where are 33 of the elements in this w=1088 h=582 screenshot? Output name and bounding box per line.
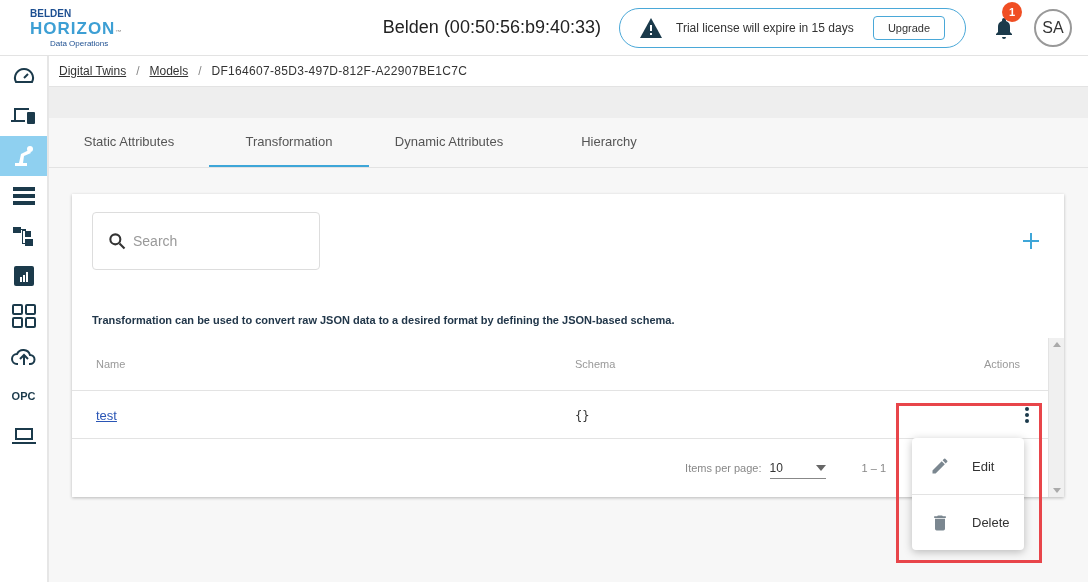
upgrade-button[interactable]: Upgrade [873, 15, 945, 40]
search-icon [107, 231, 127, 251]
search-field[interactable]: Search [92, 212, 320, 270]
breadcrumb-separator: / [136, 64, 140, 78]
breadcrumb-link[interactable]: Digital Twins [59, 64, 127, 78]
items-per-page-label: Items per page: [685, 462, 762, 474]
menu-item[interactable]: Delete [912, 494, 1024, 550]
description-text: Transformation can be used to convert raw JSON data to a desired format by defining the JSON-based schema. [92, 314, 676, 326]
page-size-select[interactable]: 10 [769, 457, 826, 479]
column-header: Actions [982, 358, 1020, 370]
breadcrumb-link[interactable]: Models [149, 64, 189, 78]
notification-count: 1 [1002, 1, 1022, 22]
name-link[interactable]: test [96, 408, 117, 423]
page-range: 1 – 1 [861, 462, 886, 474]
warning-icon [640, 17, 662, 38]
menu-item[interactable]: Edit [912, 438, 1024, 494]
user-avatar[interactable]: SA [1034, 8, 1072, 47]
sidebar-item[interactable]: OPC [11, 390, 36, 402]
pencil-icon [930, 456, 950, 476]
tab[interactable]: Transformation [209, 118, 369, 167]
add-button[interactable] [1022, 232, 1040, 250]
more-options-icon[interactable] [1024, 405, 1030, 424]
schema-cell: {} [575, 409, 590, 423]
tab[interactable]: Static Attributes [49, 118, 209, 167]
column-header: Schema [575, 358, 617, 370]
breadcrumb-current: DF164607-85D3-497D-812F-A22907BE1C7C [211, 64, 468, 78]
license-message: Trial license will expire in 15 days [676, 20, 854, 35]
tab[interactable]: Hierarchy [529, 118, 689, 167]
tab[interactable]: Dynamic Attributes [369, 118, 529, 167]
column-header: Name [96, 358, 127, 370]
breadcrumb-separator: / [198, 64, 202, 78]
dropdown-arrow-icon [815, 464, 826, 471]
device-title: Belden (00:50:56:b9:40:33) [382, 17, 601, 38]
